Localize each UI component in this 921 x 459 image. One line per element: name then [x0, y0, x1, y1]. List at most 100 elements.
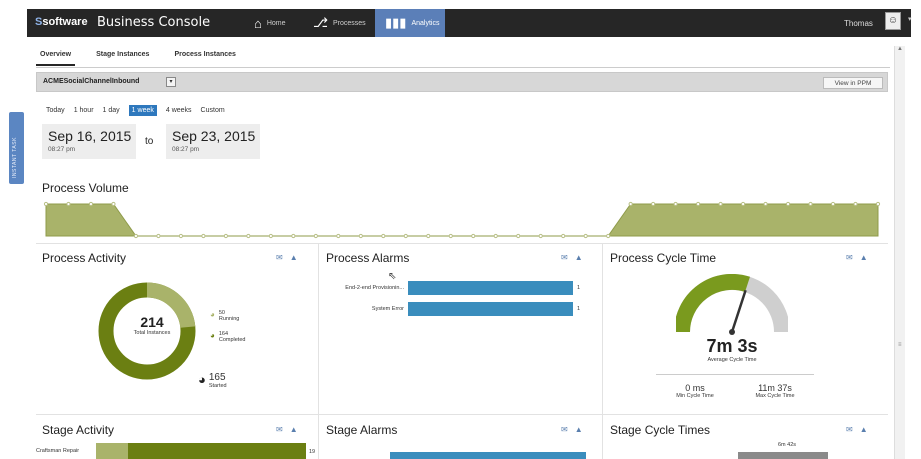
volume-point[interactable] [291, 233, 296, 239]
range-1-week[interactable]: 1 week [128, 105, 157, 116]
nav-processes-label: Processes [332, 19, 366, 27]
volume-point[interactable] [696, 201, 701, 207]
alarm-bar-row[interactable]: System Error 1 [326, 301, 586, 317]
instant-task-tab[interactable]: INSTANT TASK [9, 112, 24, 184]
volume-point[interactable] [785, 201, 791, 207]
alert-icon[interactable]: ▲ [860, 253, 868, 262]
max-cycle-time: 11m 37s [758, 383, 792, 393]
volume-point[interactable] [268, 233, 273, 239]
volume-point[interactable] [43, 201, 49, 207]
range-custom[interactable]: Custom [201, 107, 225, 114]
process-volume-title: Process Volume [42, 181, 129, 195]
volume-point[interactable] [718, 201, 723, 207]
volume-point[interactable] [471, 233, 476, 239]
email-icon[interactable]: ✉ [846, 253, 853, 262]
email-icon[interactable]: ✉ [276, 425, 283, 434]
nav-home[interactable]: ⌂ Home [244, 9, 296, 37]
email-icon[interactable]: ✉ [561, 425, 568, 434]
date-range-connector: to [145, 136, 154, 147]
volume-point[interactable] [516, 233, 521, 239]
volume-point[interactable] [88, 201, 94, 207]
process-selector-label[interactable]: ACMESocialChannelInbound [43, 78, 139, 85]
scroll-grip-icon[interactable]: ≡ [898, 342, 902, 348]
running-pie-icon: ◕ [210, 310, 215, 319]
volume-point[interactable] [583, 233, 588, 239]
volume-point[interactable] [313, 233, 318, 239]
stage-alarms-tools: ✉ ▲ [561, 425, 583, 434]
scroll-up-icon[interactable]: ▲ [897, 46, 903, 52]
cycle-time-tools: ✉ ▲ [846, 253, 868, 262]
volume-point[interactable] [740, 201, 746, 207]
user-menu-caret-icon[interactable]: ▾ [908, 15, 912, 23]
volume-point[interactable] [178, 233, 184, 239]
gauge-needle [730, 289, 747, 333]
volume-point[interactable] [246, 233, 251, 239]
alarm-bar-row[interactable]: End-2-end Provisionin... 1 [326, 280, 586, 296]
email-icon[interactable]: ✉ [561, 253, 568, 262]
volume-point[interactable] [156, 233, 161, 239]
alert-icon[interactable]: ▲ [290, 425, 298, 434]
volume-point[interactable] [673, 201, 678, 207]
email-icon[interactable]: ✉ [276, 253, 283, 262]
alarm-bar [408, 302, 573, 316]
volume-point[interactable] [201, 233, 206, 239]
range-1-day[interactable]: 1 day [103, 107, 120, 114]
volume-point[interactable] [651, 201, 656, 207]
processes-icon: ⎇ [313, 15, 328, 30]
volume-point[interactable] [493, 233, 498, 239]
to-date: Sep 23, 2015 [172, 128, 256, 144]
volume-point[interactable] [111, 201, 116, 207]
range-1-hour[interactable]: 1 hour [74, 107, 94, 114]
alert-icon[interactable]: ▲ [575, 253, 583, 262]
alert-icon[interactable]: ▲ [575, 425, 583, 434]
view-in-ppm-button[interactable]: View in PPM [823, 77, 883, 89]
volume-point[interactable] [763, 201, 768, 207]
volume-point[interactable] [606, 233, 611, 239]
vertical-scrollbar[interactable]: ▲ ≡ [894, 46, 905, 459]
gauge-fill [676, 274, 750, 333]
volume-point[interactable] [875, 201, 881, 207]
volume-point[interactable] [358, 233, 363, 239]
volume-point[interactable] [336, 233, 341, 239]
tab-stage-instances[interactable]: Stage Instances [92, 48, 153, 66]
process-alarms-title: Process Alarms [326, 251, 410, 265]
software-logo[interactable]: Ssoftware [35, 16, 88, 28]
volume-point[interactable] [538, 233, 543, 239]
volume-point[interactable] [808, 201, 813, 207]
stage-cycle-times-title: Stage Cycle Times [610, 423, 711, 437]
alarm-bar [408, 281, 573, 295]
process-dropdown-icon[interactable]: ▾ [166, 77, 176, 87]
from-date-picker[interactable]: Sep 16, 2015 08:27 pm [42, 124, 136, 159]
volume-point[interactable] [830, 201, 836, 207]
process-alarms-chart: End-2-end Provisionin... 1 System Error … [326, 280, 586, 317]
volume-point[interactable] [561, 233, 566, 239]
volume-point[interactable] [628, 201, 633, 207]
avatar[interactable]: ☺ [885, 12, 901, 30]
volume-point[interactable] [223, 233, 228, 239]
range-today[interactable]: Today [46, 107, 65, 114]
volume-point[interactable] [853, 201, 858, 207]
email-icon[interactable]: ✉ [846, 425, 853, 434]
analytics-icon: ▮▮▮ [385, 15, 407, 30]
tab-process-instances[interactable]: Process Instances [170, 48, 239, 66]
process-activity-tools: ✉ ▲ [276, 253, 298, 262]
started-value: 165 [208, 372, 226, 383]
volume-point[interactable] [133, 233, 139, 239]
nav-processes[interactable]: ⎇ Processes [303, 9, 376, 37]
alert-icon[interactable]: ▲ [860, 425, 868, 434]
alarm-bar-value: 1 [577, 285, 581, 291]
volume-point[interactable] [381, 233, 386, 239]
nav-analytics[interactable]: ▮▮▮ Analytics [375, 9, 445, 37]
from-time: 08:27 pm [48, 146, 76, 153]
alarm-bar-value: 1 [577, 306, 581, 312]
to-date-picker[interactable]: Sep 23, 2015 08:27 pm [166, 124, 260, 159]
volume-point[interactable] [426, 233, 431, 239]
volume-point[interactable] [403, 233, 408, 239]
volume-point[interactable] [448, 233, 453, 239]
alert-icon[interactable]: ▲ [290, 253, 298, 262]
username[interactable]: Thomas [844, 19, 873, 28]
completed-pie-icon: ◕ [210, 331, 215, 340]
volume-point[interactable] [66, 201, 71, 207]
tab-overview[interactable]: Overview [36, 48, 76, 66]
range-4-weeks[interactable]: 4 weeks [166, 107, 192, 114]
